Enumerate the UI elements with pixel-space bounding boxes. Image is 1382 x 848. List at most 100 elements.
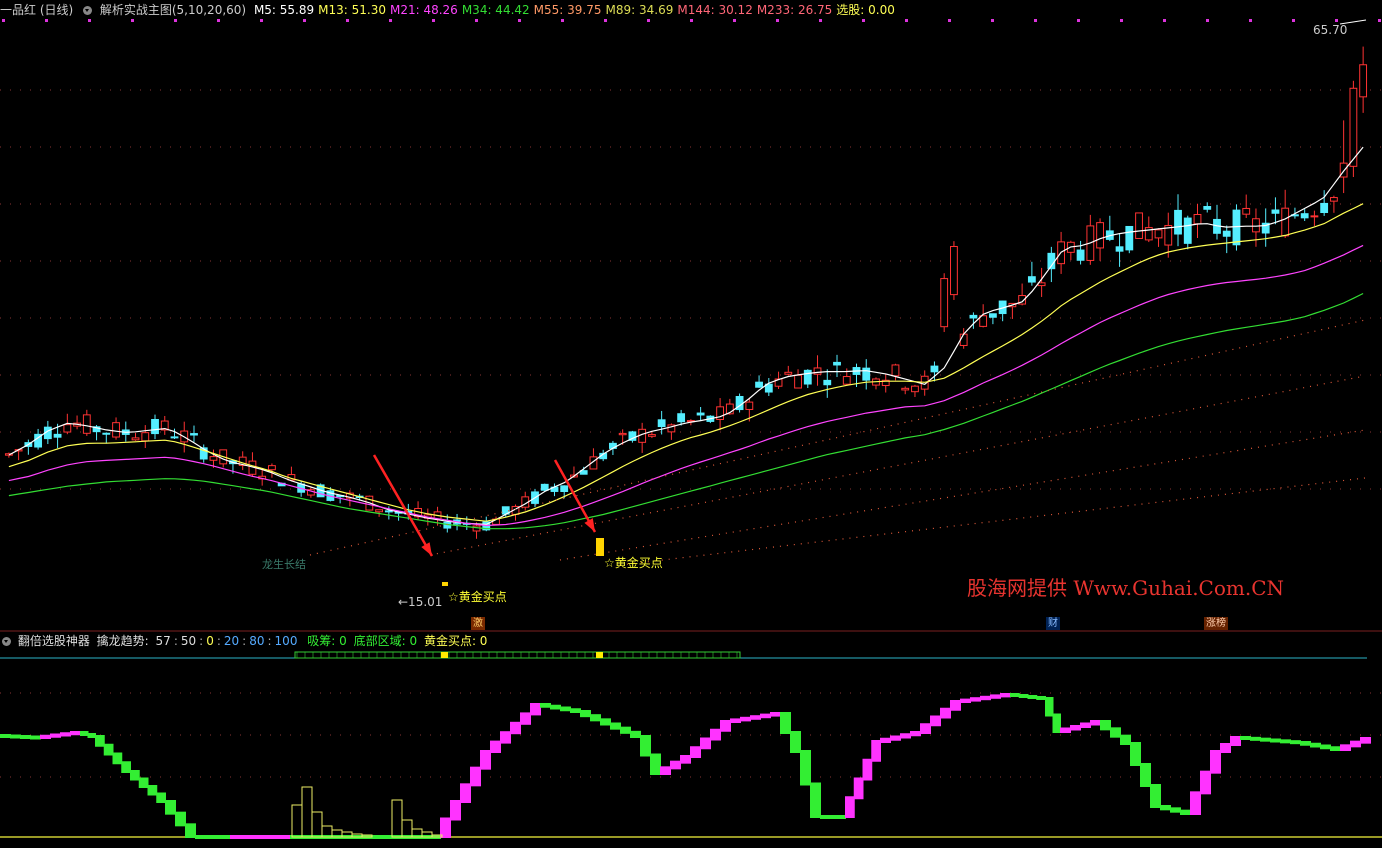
trend-step <box>1090 720 1101 726</box>
candle-body <box>472 525 481 532</box>
top-marker <box>174 19 177 22</box>
top-marker <box>389 19 392 22</box>
trend-step <box>1120 734 1131 745</box>
trend-level: 57 <box>155 634 171 648</box>
trend-step <box>1045 697 1054 717</box>
gold-buy-label: ☆黄金买点 <box>448 589 507 604</box>
trend-step <box>610 722 621 730</box>
ma-line-m21 <box>8 244 1364 527</box>
candle-body <box>1183 217 1192 244</box>
trend-step <box>880 737 891 743</box>
candle-body <box>1222 230 1231 237</box>
candle-body <box>1300 213 1309 219</box>
trend-step <box>1080 722 1091 728</box>
top-marker <box>819 19 822 22</box>
candle-body <box>560 485 569 493</box>
trend-step <box>1150 784 1161 808</box>
trend-step <box>70 731 81 736</box>
trend-step <box>1036 696 1046 700</box>
candle-body <box>1096 222 1104 249</box>
trend-step <box>1070 725 1081 731</box>
trend-step <box>240 835 251 839</box>
event-tag-1[interactable]: 激 <box>471 617 485 630</box>
sub-indicator-name[interactable]: 翻倍选股神器 <box>18 634 90 648</box>
trend-step <box>630 730 641 738</box>
trend-levels: 57:50:0:20:80:100 <box>156 634 301 648</box>
trend-step <box>80 731 89 736</box>
trend-level: 50 <box>180 634 197 648</box>
trend-step <box>121 761 131 773</box>
top-marker <box>733 19 736 22</box>
trend-step <box>690 746 701 758</box>
trend-step <box>650 753 661 775</box>
trend-step <box>175 811 186 827</box>
trend-step <box>800 750 811 786</box>
trend-step <box>1300 741 1311 746</box>
trend-step <box>1250 736 1261 741</box>
event-tag-3[interactable]: 涨榜 <box>1204 617 1228 630</box>
candle-body <box>901 387 910 391</box>
arrow-annotation <box>372 454 434 557</box>
candle-body <box>862 367 871 381</box>
trend-step <box>1350 740 1361 748</box>
candle-body <box>618 432 627 436</box>
separator: : <box>199 634 204 648</box>
trend-step <box>1270 738 1281 743</box>
trend-step <box>20 735 31 739</box>
ma-line-m34 <box>8 292 1364 530</box>
top-marker <box>1335 19 1338 22</box>
candle-body <box>268 465 276 471</box>
trend-step <box>1052 713 1061 733</box>
trend-step <box>1100 720 1111 731</box>
event-tag-2[interactable]: 财 <box>1046 617 1060 630</box>
bottom-zone-bar <box>401 819 413 838</box>
trend-step <box>1060 727 1071 733</box>
candle-body <box>151 418 159 435</box>
top-marker <box>1034 19 1037 22</box>
candle-body <box>950 246 958 296</box>
trend-step <box>165 800 176 815</box>
trend-level: 80 <box>249 634 265 648</box>
trend-step <box>270 835 281 839</box>
candle-body <box>375 509 384 513</box>
candle-body <box>647 434 656 437</box>
candle-body <box>911 385 919 393</box>
signal-bar <box>442 582 448 586</box>
trend-step <box>1200 770 1211 795</box>
candle-body <box>823 379 832 386</box>
trend-step <box>500 731 511 744</box>
separator: : <box>173 634 178 648</box>
top-marker <box>1163 19 1166 22</box>
candle-body <box>1329 197 1338 202</box>
price-chart[interactable]: 65.70 ←15.01 ☆黄金买点 ☆黄金买点 龙生长结 <box>0 0 1382 848</box>
top-marker <box>45 19 48 22</box>
candle-body <box>803 369 812 385</box>
trend-step <box>845 796 855 818</box>
candle-body <box>1232 209 1241 246</box>
trend-step <box>156 792 166 803</box>
trend-step <box>87 733 96 738</box>
candle-body <box>1174 209 1182 235</box>
trend-step <box>1180 809 1191 815</box>
trend-step <box>820 815 830 819</box>
trend-step <box>10 734 21 739</box>
trend-step <box>862 758 873 781</box>
candle-body <box>959 333 968 346</box>
candle-body <box>540 483 549 491</box>
watermark: 股海网提供 Www.Guhai.Com.CN <box>967 576 1285 600</box>
dropdown-icon[interactable] <box>2 637 11 646</box>
trend-step <box>480 750 491 770</box>
candle-body <box>1027 276 1036 283</box>
candle-body <box>209 456 218 461</box>
trend-step <box>670 760 681 770</box>
trend-step <box>1190 791 1201 815</box>
trend-step <box>112 752 123 765</box>
trend-step <box>560 706 571 712</box>
trend-step <box>230 835 241 839</box>
status-mark <box>441 652 448 658</box>
candle-body <box>170 436 179 439</box>
low-price-label: ←15.01 <box>398 595 442 609</box>
trend-step <box>510 721 521 735</box>
candle-body <box>1193 214 1202 225</box>
top-marker <box>905 19 908 22</box>
